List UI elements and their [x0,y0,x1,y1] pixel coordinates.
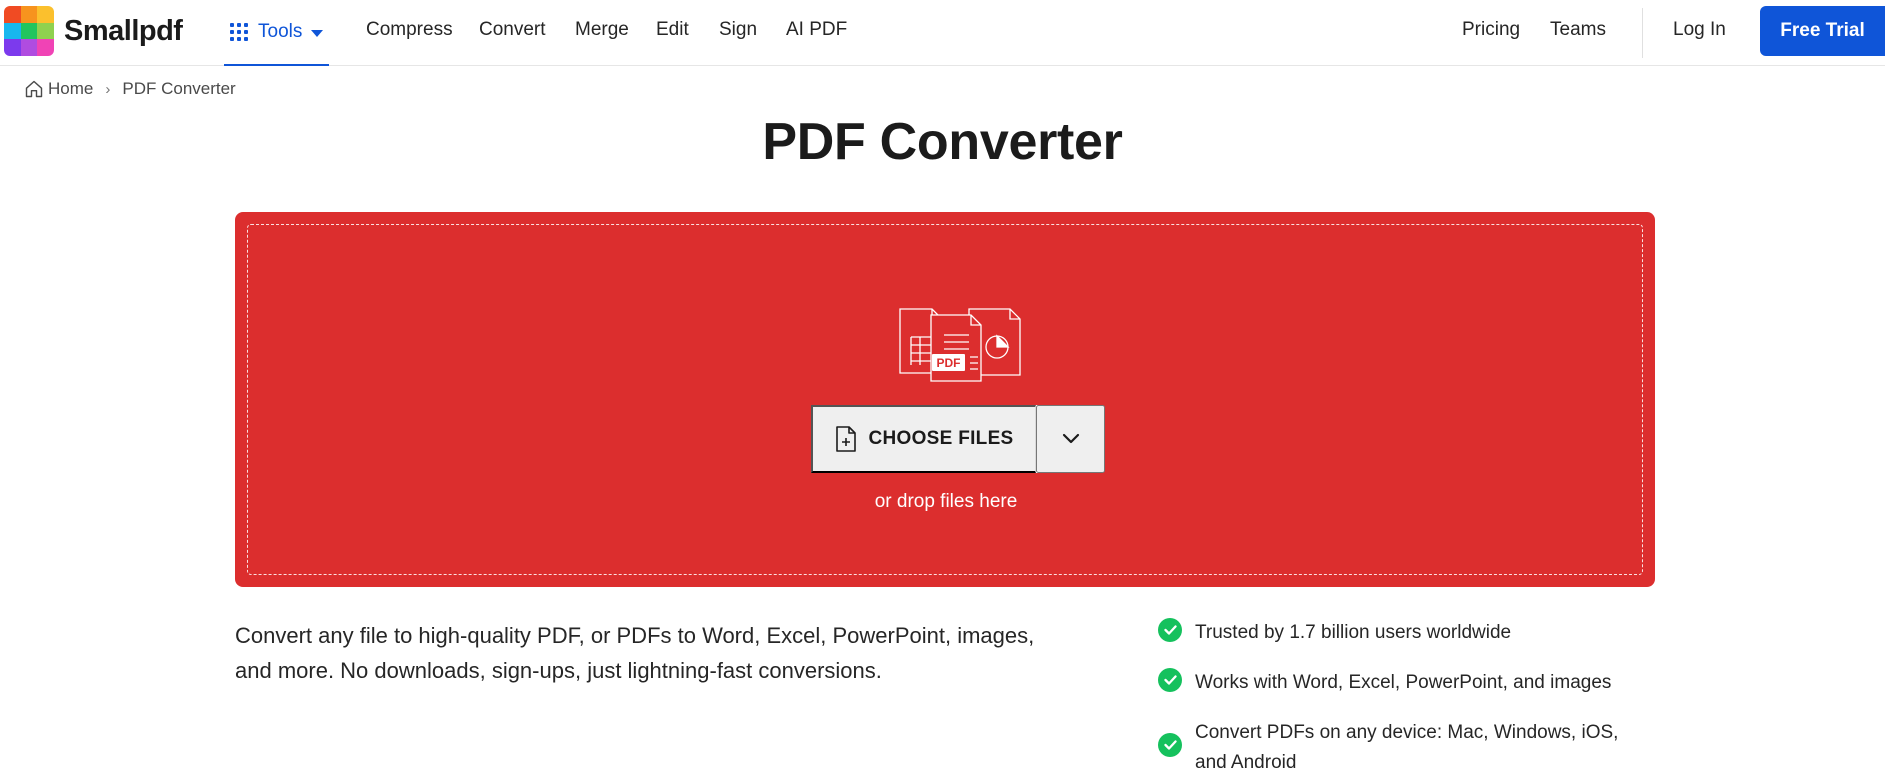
home-icon [25,80,43,98]
check-circle-icon [1158,733,1182,757]
drop-files-hint: or drop files here [874,491,1018,512]
nav-compress[interactable]: Compress [366,19,453,41]
dropzone-dashed-border: PDF CHOOSE FILES or drop files here [247,224,1643,575]
nav-ai-pdf[interactable]: AI PDF [786,19,847,41]
nav-convert[interactable]: Convert [479,19,546,41]
feature-item: Convert PDFs on any device: Mac, Windows… [1158,718,1658,778]
free-trial-button[interactable]: Free Trial [1760,6,1885,56]
nav-merge[interactable]: Merge [575,19,629,41]
apps-grid-icon [230,23,248,41]
pdf-badge-label: PDF [937,356,961,370]
brand-name: Smallpdf [64,14,183,47]
tools-menu-button[interactable]: Tools [224,0,329,66]
check-circle-icon [1158,668,1182,692]
check-circle-icon [1158,618,1182,642]
file-dropzone[interactable]: PDF CHOOSE FILES or drop files here [235,212,1655,587]
tools-label: Tools [258,21,303,42]
nav-teams[interactable]: Teams [1550,19,1606,41]
choose-files-button[interactable]: CHOOSE FILES [811,405,1036,473]
add-file-icon [836,426,857,452]
breadcrumb: Home › PDF Converter [24,79,236,99]
feature-text: Trusted by 1.7 billion users worldwide [1195,622,1512,643]
brand-logo[interactable]: Smallpdf [4,6,183,56]
feature-text: Works with Word, Excel, PowerPoint, and … [1195,672,1612,693]
breadcrumb-separator: › [105,80,111,98]
nav-sign[interactable]: Sign [719,19,757,41]
breadcrumb-home[interactable]: Home [48,79,93,99]
page-title: PDF Converter [762,113,1123,171]
nav-edit[interactable]: Edit [656,19,689,41]
login-link[interactable]: Log In [1673,19,1726,41]
choose-files-label: CHOOSE FILES [868,428,1014,449]
feature-item: Works with Word, Excel, PowerPoint, and … [1158,668,1611,698]
feature-text: Convert PDFs on any device: Mac, Windows… [1195,722,1619,773]
chevron-down-icon [311,29,324,37]
logo-grid-icon [4,6,54,56]
upload-source-dropdown-button[interactable] [1036,405,1105,473]
header-divider [1642,8,1643,58]
top-navigation: Smallpdf Tools Compress Convert Merge Ed… [0,0,1885,66]
nav-pricing[interactable]: Pricing [1462,19,1520,41]
breadcrumb-current: PDF Converter [122,79,236,98]
feature-item: Trusted by 1.7 billion users worldwide [1158,618,1511,648]
chevron-down-icon [1062,433,1079,444]
documents-illustration-icon: PDF [899,308,1021,382]
choose-files-group: CHOOSE FILES [811,405,1105,473]
tool-description: Convert any file to high-quality PDF, or… [235,623,1035,683]
